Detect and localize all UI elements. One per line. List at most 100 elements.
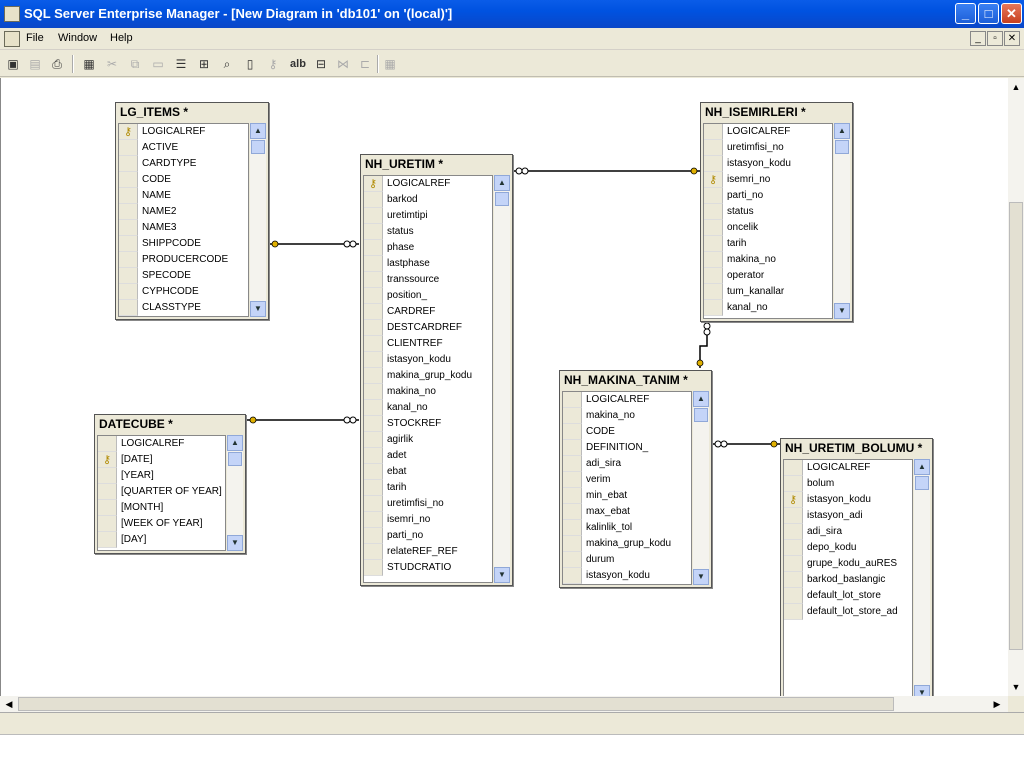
row-selector[interactable] (784, 524, 803, 540)
scroll-thumb[interactable] (251, 140, 265, 154)
row-selector[interactable] (119, 140, 138, 156)
column-list[interactable]: LOGICALREF makina_no CODE DEFINITION_ adi_si… (562, 391, 692, 585)
row-selector[interactable] (364, 272, 383, 288)
column-row[interactable]: grupe_kodu_auRES (784, 556, 912, 572)
paste-icon[interactable]: ▭ (149, 55, 167, 73)
table-lg-items[interactable]: LG_ITEMS * ⚷ LOGICALREF ACTIVE CARDTYPE CODE N… (115, 102, 269, 320)
column-row[interactable]: barkod (364, 192, 492, 208)
row-selector[interactable] (364, 256, 383, 272)
scroll-thumb[interactable] (228, 452, 242, 466)
scroll-left-icon[interactable]: ◀ (2, 697, 16, 711)
scroll-up-icon[interactable]: ▲ (1009, 80, 1023, 94)
minimize-button[interactable]: _ (955, 3, 976, 24)
column-row[interactable]: transsource (364, 272, 492, 288)
scroll-up-icon[interactable]: ▲ (494, 175, 510, 191)
column-row[interactable]: makina_grup_kodu (563, 536, 691, 552)
column-row[interactable]: ⚷ LOGICALREF (364, 176, 492, 192)
row-selector[interactable] (364, 432, 383, 448)
row-selector[interactable] (563, 504, 582, 520)
row-selector[interactable] (98, 468, 117, 484)
column-row[interactable]: status (704, 204, 832, 220)
row-selector[interactable] (98, 484, 117, 500)
row-selector[interactable] (364, 512, 383, 528)
column-row[interactable]: ⚷ isemri_no (704, 172, 832, 188)
column-row[interactable]: min_ebat (563, 488, 691, 504)
diagram-canvas[interactable]: LG_ITEMS * ⚷ LOGICALREF ACTIVE CARDTYPE CODE N… (0, 78, 1008, 696)
column-row[interactable]: CYPHCODE (119, 284, 248, 300)
print-icon[interactable]: ⎙ (48, 55, 66, 73)
row-selector[interactable] (364, 560, 383, 576)
row-selector[interactable] (364, 304, 383, 320)
column-list[interactable]: ⚷ LOGICALREF ACTIVE CARDTYPE CODE NAME NAME2 NA… (118, 123, 249, 317)
row-selector[interactable] (364, 192, 383, 208)
column-row[interactable]: lastphase (364, 256, 492, 272)
column-row[interactable]: CODE (563, 424, 691, 440)
row-selector[interactable] (98, 500, 117, 516)
column-row[interactable]: relateREF_REF (364, 544, 492, 560)
column-row[interactable]: kanal_no (364, 400, 492, 416)
column-row[interactable]: STOCKREF (364, 416, 492, 432)
row-selector[interactable] (704, 156, 723, 172)
table-title[interactable]: NH_ISEMIRLERI * (701, 103, 852, 121)
table-view-icon[interactable]: ▦ (381, 55, 399, 73)
save-icon[interactable]: ▣ (4, 55, 22, 73)
column-row[interactable]: ⚷ [DATE] (98, 452, 225, 468)
column-row[interactable]: makina_no (364, 384, 492, 400)
column-row[interactable]: [MONTH] (98, 500, 225, 516)
column-row[interactable]: NAME3 (119, 220, 248, 236)
scroll-thumb[interactable] (835, 140, 849, 154)
column-row[interactable]: depo_kodu (784, 540, 912, 556)
tree-icon[interactable]: ⊏ (356, 55, 374, 73)
column-row[interactable]: istasyon_kodu (563, 568, 691, 584)
row-selector[interactable] (704, 124, 723, 140)
column-row[interactable]: oncelik (704, 220, 832, 236)
row-selector[interactable] (563, 488, 582, 504)
vertical-scroll-thumb[interactable] (1009, 202, 1023, 650)
row-selector[interactable] (784, 588, 803, 604)
column-row[interactable]: LOGICALREF (563, 392, 691, 408)
row-selector[interactable] (364, 448, 383, 464)
row-selector[interactable] (119, 284, 138, 300)
row-selector[interactable] (119, 188, 138, 204)
scroll-down-icon[interactable]: ▼ (227, 535, 243, 551)
column-row[interactable]: status (364, 224, 492, 240)
column-row[interactable]: uretimfisi_no (364, 496, 492, 512)
column-row[interactable]: tum_kanallar (704, 284, 832, 300)
row-selector[interactable] (704, 300, 723, 316)
column-row[interactable]: [DAY] (98, 532, 225, 548)
mdi-restore-button[interactable]: ▫ (987, 31, 1003, 46)
column-row[interactable]: position_ (364, 288, 492, 304)
row-selector[interactable] (119, 172, 138, 188)
row-selector[interactable] (364, 528, 383, 544)
column-row[interactable]: kalinlik_tol (563, 520, 691, 536)
scroll-down-icon[interactable]: ▼ (693, 569, 709, 585)
row-selector[interactable] (563, 552, 582, 568)
column-list[interactable]: LOGICALREF ⚷ [DATE] [YEAR] [QUARTER OF YEAR]… (97, 435, 226, 551)
column-row[interactable]: durum (563, 552, 691, 568)
row-selector[interactable] (563, 520, 582, 536)
insert-rows-icon[interactable]: ☰ (172, 55, 190, 73)
column-row[interactable]: uretimfisi_no (704, 140, 832, 156)
row-selector[interactable] (704, 204, 723, 220)
column-row[interactable]: isemri_no (364, 512, 492, 528)
column-row[interactable]: barkod_baslangic (784, 572, 912, 588)
row-selector[interactable] (784, 460, 803, 476)
column-row[interactable]: LOGICALREF (98, 436, 225, 452)
menu-window[interactable]: Window (58, 32, 97, 44)
column-row[interactable]: istasyon_adi (784, 508, 912, 524)
menu-file[interactable]: File (26, 32, 44, 44)
scroll-down-icon[interactable]: ▼ (914, 685, 930, 696)
row-selector[interactable] (119, 268, 138, 284)
column-list[interactable]: LOGICALREF bolum ⚷ istasyon_kodu istasyon_ad… (783, 459, 913, 696)
row-selector[interactable] (119, 220, 138, 236)
row-selector[interactable] (364, 480, 383, 496)
column-row[interactable]: tarih (704, 236, 832, 252)
row-selector[interactable] (784, 556, 803, 572)
zoom-icon[interactable]: ⌕ (218, 55, 236, 73)
column-row[interactable]: STUDCRATIO (364, 560, 492, 576)
horizontal-scrollbar[interactable]: ◀ ▶ (0, 696, 1008, 712)
row-selector[interactable] (704, 220, 723, 236)
row-selector[interactable] (364, 288, 383, 304)
column-row[interactable]: kanal_no (704, 300, 832, 316)
row-selector[interactable] (364, 384, 383, 400)
